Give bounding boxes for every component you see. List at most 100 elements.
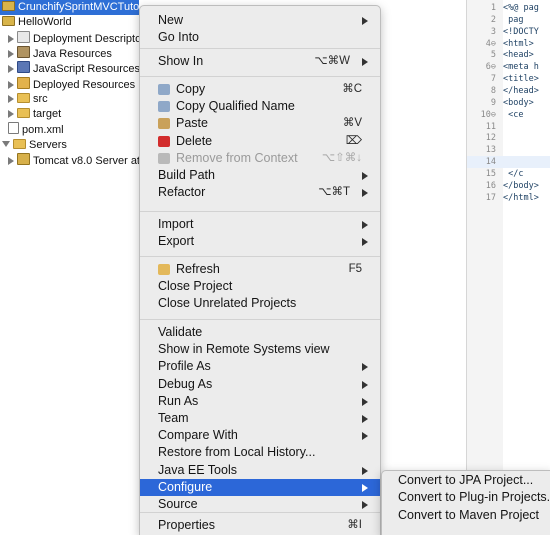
menu-separator bbox=[140, 211, 380, 212]
tree-item-label: Deployment Descriptor bbox=[33, 32, 139, 45]
menu-item-label: Java EE Tools bbox=[158, 462, 237, 477]
menu-item-build-path[interactable]: Build Path bbox=[140, 167, 380, 184]
code-line[interactable]: 4⊖ <html> bbox=[467, 38, 550, 50]
code-text: </head> bbox=[503, 85, 539, 96]
code-text: </c bbox=[503, 168, 524, 179]
library-icon bbox=[17, 45, 30, 58]
line-number: 14 bbox=[485, 157, 496, 168]
tree-item-label: CrunchifySprintMVCTutorial bbox=[18, 1, 139, 13]
code-line[interactable]: 8 </head> bbox=[467, 85, 550, 97]
menu-item-configure[interactable]: Configure bbox=[140, 478, 380, 496]
menu-item-debug-as[interactable]: Debug As bbox=[140, 376, 380, 393]
shortcut-label: F5 bbox=[348, 263, 362, 275]
submenu-item-convert-to-plug-in-projects[interactable]: Convert to Plug-in Projects... bbox=[382, 489, 550, 506]
tree-item-deployed-resources[interactable]: Deployed Resources bbox=[0, 76, 135, 92]
menu-item-copy[interactable]: Copy ⌘C bbox=[140, 81, 380, 98]
tree-item-java-resources[interactable]: Java Resources bbox=[0, 45, 112, 61]
code-line[interactable]: 14 bbox=[467, 156, 550, 169]
expand-arrow-icon[interactable] bbox=[8, 49, 14, 58]
submenu-arrow-icon bbox=[362, 189, 368, 198]
expand-arrow-icon[interactable] bbox=[8, 94, 14, 103]
code-line[interactable]: 3 <!DOCTY bbox=[467, 26, 550, 38]
code-line[interactable]: 1 <%@ pag bbox=[467, 2, 550, 14]
tree-item-deployment-descriptor[interactable]: Deployment Descriptor bbox=[0, 30, 139, 46]
menu-item-validate[interactable]: Validate bbox=[140, 324, 380, 341]
configure-submenu: Convert to JPA Project... Convert to Plug… bbox=[381, 470, 550, 535]
line-number: 8 bbox=[490, 85, 496, 96]
code-text: </html> bbox=[503, 192, 539, 203]
code-line[interactable]: 2 pag bbox=[467, 14, 550, 26]
refresh-icon bbox=[158, 264, 170, 275]
menu-item-team[interactable]: Team bbox=[140, 410, 380, 427]
menu-item-compare-with[interactable]: Compare With bbox=[140, 427, 380, 444]
tree-item-javascript-resources[interactable]: JavaScript Resources bbox=[0, 61, 139, 76]
tree-item-helloworld[interactable]: HelloWorld bbox=[0, 15, 72, 30]
menu-item-new[interactable]: New bbox=[140, 12, 380, 29]
menu-item-copy-qualified-name[interactable]: Copy Qualified Name bbox=[140, 98, 380, 115]
menu-separator bbox=[140, 76, 380, 77]
code-line[interactable]: 16 </body> bbox=[467, 180, 550, 192]
menu-item-refactor[interactable]: Refactor ⌥⌘T bbox=[140, 184, 380, 201]
menu-item-label: Go Into bbox=[158, 30, 199, 45]
submenu-item-label: Convert to Plug-in Projects... bbox=[398, 490, 550, 505]
expand-arrow-icon[interactable] bbox=[8, 34, 14, 43]
menu-item-profile-as[interactable]: Profile As bbox=[140, 358, 380, 375]
menu-item-close-unrelated-projects[interactable]: Close Unrelated Projects bbox=[140, 295, 380, 312]
menu-item-refresh[interactable]: Refresh F5 bbox=[140, 261, 380, 278]
expand-arrow-icon[interactable] bbox=[8, 80, 14, 89]
menu-item-show-in-remote-systems-view[interactable]: Show in Remote Systems view bbox=[140, 341, 380, 358]
expand-arrow-icon[interactable] bbox=[8, 157, 14, 165]
submenu-arrow-icon bbox=[362, 58, 368, 66]
submenu-arrow-icon bbox=[362, 466, 368, 475]
code-editor[interactable]: 1 <%@ pag 2 pag 3 <!DOCTY 4⊖ <html> 5 <head> 6⊖ <m… bbox=[466, 0, 550, 534]
expand-arrow-open-icon[interactable] bbox=[2, 140, 10, 147]
code-line[interactable]: 10⊖ <ce bbox=[467, 109, 550, 121]
menu-item-label: Export bbox=[158, 234, 195, 249]
code-line[interactable]: 6⊖ <meta h bbox=[467, 61, 550, 73]
menu-item-export[interactable]: Export bbox=[140, 233, 380, 250]
menu-item-label: Close Unrelated Projects bbox=[158, 296, 297, 311]
menu-item-paste[interactable]: Paste ⌘V bbox=[140, 115, 380, 132]
menu-item-label: Restore from Local History... bbox=[158, 445, 316, 460]
line-number: 16 bbox=[485, 180, 496, 191]
menu-item-delete[interactable]: Delete ⌦ bbox=[140, 133, 380, 150]
menu-item-close-project[interactable]: Close Project bbox=[140, 278, 380, 295]
menu-item-restore-from-local-history[interactable]: Restore from Local History... bbox=[140, 444, 380, 461]
deployed-icon bbox=[17, 76, 30, 89]
menu-item-show-in[interactable]: Show In ⌥⌘W bbox=[140, 53, 380, 70]
line-number: 4⊖ bbox=[485, 38, 496, 49]
code-text: <meta h bbox=[503, 62, 539, 73]
line-number: 15 bbox=[485, 168, 496, 179]
code-line[interactable]: 9 <body> bbox=[467, 97, 550, 109]
tree-item-crunchifysprintmvctutorial[interactable]: CrunchifySprintMVCTutorial bbox=[0, 0, 139, 15]
code-line[interactable]: 5 <head> bbox=[467, 49, 550, 61]
shortcut-label: ⌥⇧⌘↓ bbox=[321, 151, 362, 164]
code-line[interactable]: 12 bbox=[467, 132, 550, 144]
submenu-item-convert-to-maven-project[interactable]: Convert to Maven Project bbox=[382, 507, 550, 524]
menu-item-source[interactable]: Source bbox=[140, 496, 380, 513]
code-line[interactable]: 15 </c bbox=[467, 168, 550, 180]
menu-item-java-ee-tools[interactable]: Java EE Tools bbox=[140, 462, 380, 479]
code-line[interactable]: 7 <title> bbox=[467, 73, 550, 85]
project-icon bbox=[2, 1, 15, 11]
menu-item-import[interactable]: Import bbox=[140, 216, 380, 233]
paste-icon bbox=[158, 118, 170, 130]
code-line[interactable]: 11 bbox=[467, 121, 550, 133]
tree-item-tomcat-v8-0-server-at[interactable]: Tomcat v8.0 Server at bbox=[0, 153, 139, 168]
menu-item-properties[interactable]: Properties ⌘I bbox=[140, 517, 380, 534]
menu-item-go-into[interactable]: Go Into bbox=[140, 29, 380, 46]
tree-item-pom-xml[interactable]: pom.xml bbox=[0, 122, 64, 137]
submenu-arrow-icon bbox=[362, 172, 368, 180]
submenu-item-convert-to-jpa-project[interactable]: Convert to JPA Project... bbox=[382, 472, 550, 489]
menu-item-label: Team bbox=[158, 411, 189, 425]
tree-item-servers[interactable]: Servers bbox=[0, 138, 67, 153]
code-line[interactable]: 13 bbox=[467, 144, 550, 156]
code-line[interactable]: 17 </html> bbox=[467, 192, 550, 204]
tree-item-src[interactable]: src bbox=[0, 92, 48, 107]
expand-arrow-icon[interactable] bbox=[8, 110, 14, 119]
menu-item-label: Delete bbox=[176, 133, 213, 148]
expand-arrow-icon[interactable] bbox=[8, 65, 14, 74]
tree-item-target[interactable]: target bbox=[0, 107, 61, 122]
menu-item-run-as[interactable]: Run As bbox=[140, 393, 380, 410]
menu-item-label: Compare With bbox=[158, 428, 238, 443]
